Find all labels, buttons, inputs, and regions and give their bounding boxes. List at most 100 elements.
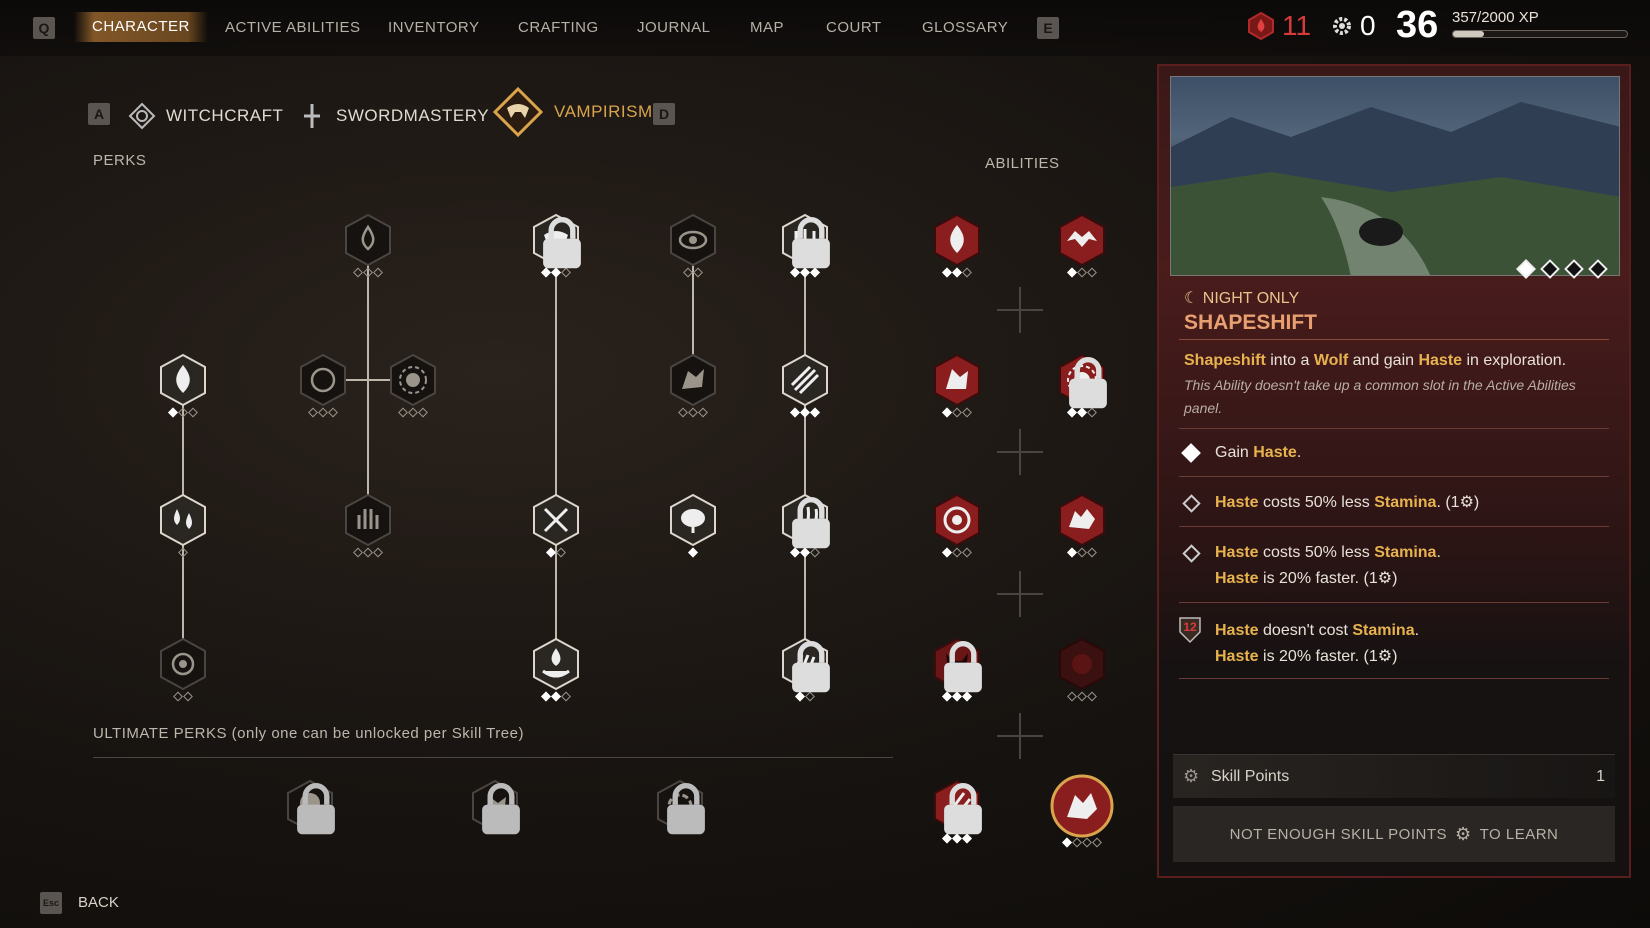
rank-lock-level: 12 [1183,620,1197,634]
rank-diamond-empty-icon [1182,544,1201,563]
perk-flame[interactable] [156,353,210,418]
perk-slash[interactable] [778,353,832,418]
prev-tree-key[interactable]: A [88,103,110,125]
ability-note: This Ability doesn't take up a common sl… [1184,377,1576,416]
tag-text: NIGHT ONLY [1202,290,1300,307]
prev-tab-key[interactable]: Q [33,17,55,39]
gallery-dot[interactable] [1588,259,1608,279]
ability-vortex[interactable] [930,493,984,558]
gear-icon: ⚙ [1377,570,1393,587]
gear-icon: ⚙ [1455,823,1472,844]
ability-wolf-howl[interactable] [930,353,984,418]
tab-court[interactable]: COURT [826,19,882,36]
esc-key[interactable]: Esc [40,892,62,914]
perk-sun[interactable] [386,353,440,418]
ability-demon[interactable] [930,637,984,702]
xp-bar [1452,30,1628,38]
skill-points-value: 1 [1596,768,1605,785]
ability-bat-swarm[interactable] [1055,213,1109,278]
tree-tab-swordmastery[interactable]: SWORDMASTERY [298,102,489,130]
moon-icon: ☾ [1184,290,1199,307]
tab-glossary[interactable]: GLOSSARY [922,19,1008,36]
xp-fill [1453,31,1485,37]
blood-drop-icon [1248,11,1274,41]
skill-point-stat: 0 [1330,10,1376,42]
xp-text: 357/2000 XP [1452,9,1539,26]
perk-wolf-head[interactable] [666,353,720,418]
next-tree-key[interactable]: D [653,103,675,125]
gear-icon: ⚙ [1459,494,1474,511]
gallery-dot[interactable] [1516,259,1536,279]
tab-journal[interactable]: JOURNAL [637,19,711,36]
ultimate-heading: ULTIMATE PERKS (only one can be unlocked… [93,725,524,742]
perk-blood-drops[interactable] [156,493,210,558]
perk-blood-hands[interactable] [529,637,583,702]
ability-connector [997,713,1043,759]
rank-diamond-empty-icon [1182,494,1201,513]
rank-2-text: Haste costs 50% less Stamina. (1⚙) [1215,494,1480,511]
ability-wolf-selected[interactable] [1049,773,1115,848]
gallery-dot[interactable] [1540,259,1560,279]
perk-fangs[interactable] [529,213,583,278]
perk-blood-drop[interactable] [341,213,395,278]
perk-brain[interactable] [666,493,720,558]
ultimate-skull[interactable] [283,779,337,835]
lock-icon [1069,357,1107,409]
rank-diamond-filled-icon [1181,443,1201,463]
tab-character[interactable]: CHARACTER [74,12,208,42]
wolf-landscape-image [1171,102,1619,275]
ability-detail-panel: ☾ NIGHT ONLY SHAPESHIFT Shapeshift into … [1157,64,1631,878]
ability-dark-heart[interactable] [1055,637,1109,702]
ultimate-beast-head[interactable] [468,779,522,835]
lock-icon [792,641,830,693]
tab-active-abilities[interactable]: ACTIVE ABILITIES [225,19,361,36]
player-level: 36 [1396,4,1439,46]
ability-connector [997,571,1043,617]
ability-shapeshift[interactable] [1055,493,1109,558]
gear-icon: ⚙ [1183,766,1200,786]
tab-inventory[interactable]: INVENTORY [388,19,479,36]
learn-button[interactable]: NOT ENOUGH SKILL POINTS ⚙ TO LEARN [1173,806,1615,862]
rank-1-text: Gain Haste. [1215,444,1302,461]
perk-claw-hand[interactable] [341,493,395,558]
ultimate-spiral[interactable] [653,779,707,835]
lock-icon [792,217,830,269]
gear-icon: ⚙ [1377,648,1393,665]
back-button[interactable]: BACK [78,894,119,911]
ability-blood-burst[interactable] [1055,353,1109,418]
tree-tab-label: SWORDMASTERY [336,106,490,125]
blood-count: 11 [1282,10,1312,41]
night-only-tag: ☾ NIGHT ONLY [1184,288,1299,308]
perks-heading: PERKS [93,152,147,169]
gallery-dot[interactable] [1564,259,1584,279]
perk-claw-grab[interactable] [778,637,832,702]
gallery-dots [1516,259,1609,282]
perk-crossed-blades[interactable] [529,493,583,558]
ability-blood-flame[interactable] [930,213,984,278]
tab-crafting[interactable]: CRAFTING [518,19,599,36]
lock-icon [297,783,335,835]
perk-eye[interactable] [666,213,720,278]
skill-point-count: 0 [1360,10,1376,41]
perk-blood-rain[interactable] [778,213,832,278]
ability-slash[interactable] [930,779,984,844]
lock-icon [543,217,581,269]
tree-tab-vampirism[interactable]: VAMPIRISM [492,86,653,138]
tab-map[interactable]: MAP [750,19,784,36]
perk-beast[interactable] [296,353,350,418]
lock-icon [944,641,982,693]
tree-tab-label: WITCHCRAFT [166,106,284,125]
fangs-icon [492,86,544,138]
rank-3-text: Haste costs 50% less Stamina. Haste is 20… [1215,544,1441,587]
skill-points-label: Skill Points [1211,768,1290,785]
sword-icon [304,104,320,128]
perk-claw-strike[interactable] [778,493,832,558]
perk-vortex[interactable] [156,637,210,702]
tree-tab-label: VAMPIRISM [554,102,653,121]
lock-icon [792,497,830,549]
tree-tab-witchcraft[interactable]: WITCHCRAFT [128,102,283,130]
lock-icon [944,783,982,835]
next-tab-key[interactable]: E [1037,17,1059,39]
abilities-heading: ABILITIES [985,155,1060,172]
rank-4-text: Haste doesn't cost Stamina. Haste is 20% … [1215,622,1420,665]
